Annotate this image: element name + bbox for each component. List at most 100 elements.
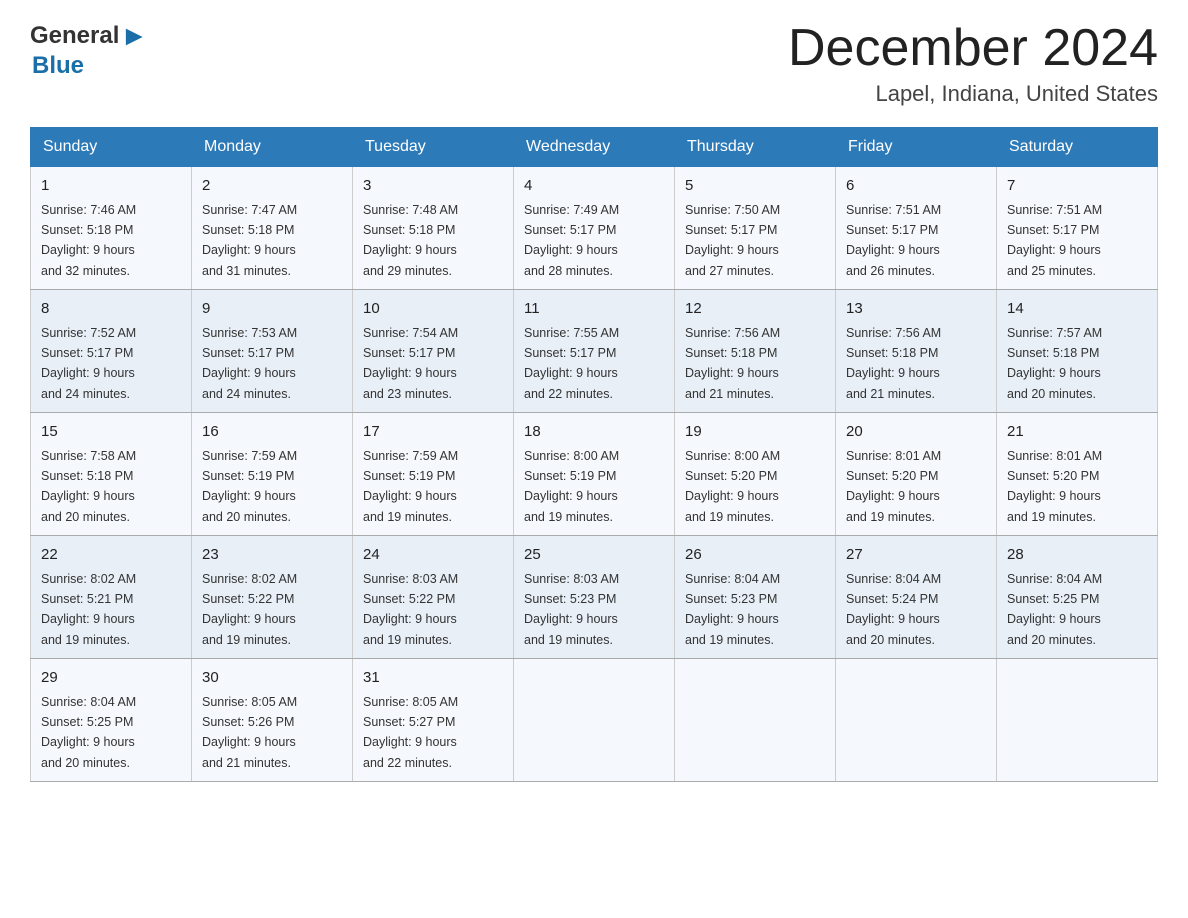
day-info: Sunrise: 8:03 AMSunset: 5:22 PMDaylight:… — [363, 572, 458, 647]
calendar-table: SundayMondayTuesdayWednesdayThursdayFrid… — [30, 127, 1158, 782]
day-info: Sunrise: 7:56 AMSunset: 5:18 PMDaylight:… — [846, 326, 941, 401]
weekday-header-wednesday: Wednesday — [514, 128, 675, 167]
calendar-cell: 13Sunrise: 7:56 AMSunset: 5:18 PMDayligh… — [836, 290, 997, 413]
location-subtitle: Lapel, Indiana, United States — [788, 81, 1158, 107]
day-number: 2 — [202, 175, 342, 198]
calendar-cell — [836, 659, 997, 782]
day-number: 4 — [524, 175, 664, 198]
day-info: Sunrise: 7:57 AMSunset: 5:18 PMDaylight:… — [1007, 326, 1102, 401]
day-number: 11 — [524, 298, 664, 321]
day-info: Sunrise: 8:04 AMSunset: 5:25 PMDaylight:… — [41, 695, 136, 770]
calendar-cell — [514, 659, 675, 782]
day-info: Sunrise: 7:59 AMSunset: 5:19 PMDaylight:… — [202, 449, 297, 524]
calendar-cell: 7Sunrise: 7:51 AMSunset: 5:17 PMDaylight… — [997, 167, 1158, 290]
calendar-week-row: 29 Sunrise: 8:04 AMSunset: 5:25 PMDayligh… — [31, 659, 1158, 782]
calendar-cell: 27 Sunrise: 8:04 AMSunset: 5:24 PMDayligh… — [836, 536, 997, 659]
logo-blue-text: Blue — [32, 52, 84, 79]
day-number: 17 — [363, 421, 503, 444]
day-info: Sunrise: 7:51 AMSunset: 5:17 PMDaylight:… — [846, 203, 941, 278]
day-info: Sunrise: 8:00 AMSunset: 5:20 PMDaylight:… — [685, 449, 780, 524]
calendar-cell: 18 Sunrise: 8:00 AMSunset: 5:19 PMDayligh… — [514, 413, 675, 536]
day-info: Sunrise: 8:01 AMSunset: 5:20 PMDaylight:… — [846, 449, 941, 524]
calendar-cell: 14 Sunrise: 7:57 AMSunset: 5:18 PMDayligh… — [997, 290, 1158, 413]
day-info: Sunrise: 7:51 AMSunset: 5:17 PMDaylight:… — [1007, 203, 1102, 278]
day-number: 19 — [685, 421, 825, 444]
day-number: 30 — [202, 667, 342, 690]
weekday-header-thursday: Thursday — [675, 128, 836, 167]
calendar-cell: 15Sunrise: 7:58 AMSunset: 5:18 PMDayligh… — [31, 413, 192, 536]
calendar-cell: 6 Sunrise: 7:51 AMSunset: 5:17 PMDaylight… — [836, 167, 997, 290]
calendar-cell: 21 Sunrise: 8:01 AMSunset: 5:20 PMDayligh… — [997, 413, 1158, 536]
day-info: Sunrise: 7:49 AMSunset: 5:17 PMDaylight:… — [524, 203, 619, 278]
day-info: Sunrise: 7:47 AMSunset: 5:18 PMDaylight:… — [202, 203, 297, 278]
page-header: General ► Blue December 2024 Lapel, Indi… — [30, 20, 1158, 107]
weekday-header-sunday: Sunday — [31, 128, 192, 167]
weekday-header-saturday: Saturday — [997, 128, 1158, 167]
calendar-week-row: 1 Sunrise: 7:46 AMSunset: 5:18 PMDaylight… — [31, 167, 1158, 290]
weekday-header-tuesday: Tuesday — [353, 128, 514, 167]
day-info: Sunrise: 8:00 AMSunset: 5:19 PMDaylight:… — [524, 449, 619, 524]
calendar-cell: 16 Sunrise: 7:59 AMSunset: 5:19 PMDayligh… — [192, 413, 353, 536]
day-info: Sunrise: 8:02 AMSunset: 5:21 PMDaylight:… — [41, 572, 136, 647]
day-info: Sunrise: 8:04 AMSunset: 5:25 PMDaylight:… — [1007, 572, 1102, 647]
day-number: 10 — [363, 298, 503, 321]
day-info: Sunrise: 7:56 AMSunset: 5:18 PMDaylight:… — [685, 326, 780, 401]
day-info: Sunrise: 7:46 AMSunset: 5:18 PMDaylight:… — [41, 203, 136, 278]
day-info: Sunrise: 8:04 AMSunset: 5:23 PMDaylight:… — [685, 572, 780, 647]
calendar-cell: 1 Sunrise: 7:46 AMSunset: 5:18 PMDaylight… — [31, 167, 192, 290]
weekday-header-row: SundayMondayTuesdayWednesdayThursdayFrid… — [31, 128, 1158, 167]
day-number: 16 — [202, 421, 342, 444]
day-info: Sunrise: 7:48 AMSunset: 5:18 PMDaylight:… — [363, 203, 458, 278]
weekday-header-monday: Monday — [192, 128, 353, 167]
calendar-cell: 12 Sunrise: 7:56 AMSunset: 5:18 PMDayligh… — [675, 290, 836, 413]
day-info: Sunrise: 7:59 AMSunset: 5:19 PMDaylight:… — [363, 449, 458, 524]
day-number: 5 — [685, 175, 825, 198]
calendar-cell: 2 Sunrise: 7:47 AMSunset: 5:18 PMDaylight… — [192, 167, 353, 290]
calendar-cell: 25Sunrise: 8:03 AMSunset: 5:23 PMDayligh… — [514, 536, 675, 659]
day-number: 28 — [1007, 544, 1147, 567]
day-number: 23 — [202, 544, 342, 567]
logo-arrow-icon: ► — [120, 20, 148, 52]
logo: General ► Blue — [30, 20, 149, 80]
day-number: 6 — [846, 175, 986, 198]
logo-general-text: General — [30, 22, 119, 50]
day-number: 21 — [1007, 421, 1147, 444]
day-number: 29 — [41, 667, 181, 690]
day-info: Sunrise: 8:02 AMSunset: 5:22 PMDaylight:… — [202, 572, 297, 647]
day-info: Sunrise: 8:05 AMSunset: 5:26 PMDaylight:… — [202, 695, 297, 770]
calendar-cell: 30 Sunrise: 8:05 AMSunset: 5:26 PMDayligh… — [192, 659, 353, 782]
day-number: 9 — [202, 298, 342, 321]
day-info: Sunrise: 7:55 AMSunset: 5:17 PMDaylight:… — [524, 326, 619, 401]
day-number: 27 — [846, 544, 986, 567]
day-number: 1 — [41, 175, 181, 198]
calendar-cell: 3 Sunrise: 7:48 AMSunset: 5:18 PMDaylight… — [353, 167, 514, 290]
calendar-cell: 19 Sunrise: 8:00 AMSunset: 5:20 PMDayligh… — [675, 413, 836, 536]
calendar-body: 1 Sunrise: 7:46 AMSunset: 5:18 PMDaylight… — [31, 167, 1158, 782]
month-title: December 2024 — [788, 20, 1158, 77]
day-number: 12 — [685, 298, 825, 321]
calendar-cell: 11 Sunrise: 7:55 AMSunset: 5:17 PMDayligh… — [514, 290, 675, 413]
day-info: Sunrise: 7:53 AMSunset: 5:17 PMDaylight:… — [202, 326, 297, 401]
calendar-cell: 9 Sunrise: 7:53 AMSunset: 5:17 PMDaylight… — [192, 290, 353, 413]
day-number: 14 — [1007, 298, 1147, 321]
calendar-week-row: 8Sunrise: 7:52 AMSunset: 5:17 PMDaylight… — [31, 290, 1158, 413]
calendar-cell: 31Sunrise: 8:05 AMSunset: 5:27 PMDayligh… — [353, 659, 514, 782]
calendar-cell: 28 Sunrise: 8:04 AMSunset: 5:25 PMDayligh… — [997, 536, 1158, 659]
calendar-cell — [997, 659, 1158, 782]
title-section: December 2024 Lapel, Indiana, United Sta… — [788, 20, 1158, 107]
day-info: Sunrise: 7:58 AMSunset: 5:18 PMDaylight:… — [41, 449, 136, 524]
day-number: 31 — [363, 667, 503, 690]
day-info: Sunrise: 7:52 AMSunset: 5:17 PMDaylight:… — [41, 326, 136, 401]
day-number: 22 — [41, 544, 181, 567]
day-info: Sunrise: 8:04 AMSunset: 5:24 PMDaylight:… — [846, 572, 941, 647]
day-number: 26 — [685, 544, 825, 567]
calendar-cell: 24 Sunrise: 8:03 AMSunset: 5:22 PMDayligh… — [353, 536, 514, 659]
calendar-cell: 26 Sunrise: 8:04 AMSunset: 5:23 PMDayligh… — [675, 536, 836, 659]
day-info: Sunrise: 7:50 AMSunset: 5:17 PMDaylight:… — [685, 203, 780, 278]
day-info: Sunrise: 8:01 AMSunset: 5:20 PMDaylight:… — [1007, 449, 1102, 524]
calendar-cell: 4 Sunrise: 7:49 AMSunset: 5:17 PMDaylight… — [514, 167, 675, 290]
calendar-cell: 5 Sunrise: 7:50 AMSunset: 5:17 PMDaylight… — [675, 167, 836, 290]
day-number: 24 — [363, 544, 503, 567]
day-number: 18 — [524, 421, 664, 444]
day-number: 3 — [363, 175, 503, 198]
